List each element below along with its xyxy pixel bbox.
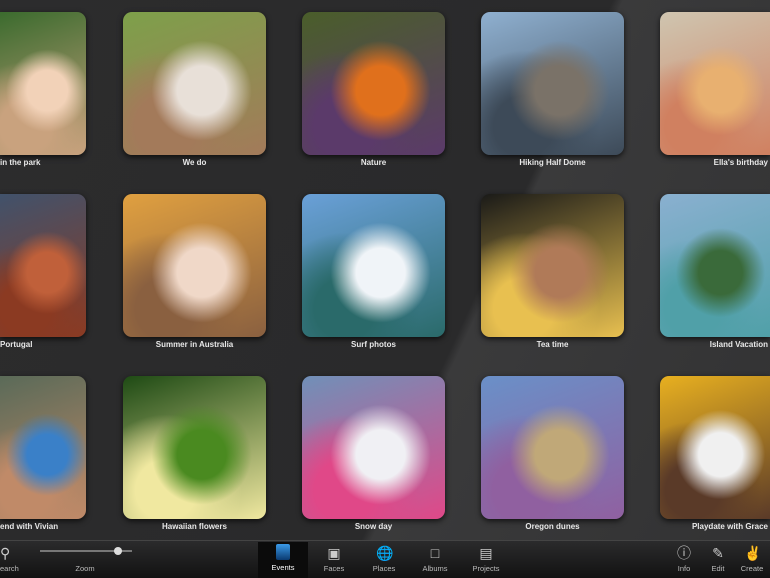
events-grid: in the park We do Nature Hiking Half Dome El… (0, 0, 770, 540)
event-title[interactable]: Portugal (0, 340, 86, 349)
event-title[interactable]: in the park (0, 158, 86, 167)
event-title[interactable]: Playdate with Grace (660, 522, 768, 531)
event-title[interactable]: Surf photos (302, 340, 445, 349)
pencil-icon: ✎ (712, 545, 724, 561)
tab-events[interactable]: Events (258, 542, 308, 578)
events-icon (276, 544, 290, 560)
bottom-toolbar: ⚲ earch Zoom Events ▣ Faces 🌐 Places □ Album… (0, 540, 770, 578)
info-icon: ⓘ (677, 545, 691, 561)
tab-projects[interactable]: ▤ Projects (461, 543, 511, 573)
event-thumbnail[interactable] (0, 194, 86, 337)
event-title[interactable]: Nature (302, 158, 445, 167)
event-thumbnail[interactable] (660, 194, 770, 337)
zoom-label: Zoom (75, 564, 95, 573)
event-title[interactable]: Tea time (481, 340, 624, 349)
event-title[interactable]: Summer in Australia (123, 340, 266, 349)
create-button[interactable]: ✌ Create (736, 543, 768, 573)
create-icon: ✌ (744, 545, 762, 561)
search-button[interactable]: ⚲ earch (0, 543, 24, 573)
tab-albums[interactable]: □ Albums (410, 543, 460, 573)
event-title[interactable]: We do (123, 158, 266, 167)
event-thumbnail[interactable] (481, 194, 624, 337)
book-icon: ▤ (479, 545, 493, 561)
event-thumbnail[interactable] (0, 376, 86, 519)
event-title[interactable]: end with Vivian (0, 522, 86, 531)
event-title[interactable]: Ella's birthday (660, 158, 768, 167)
event-thumbnail[interactable] (123, 376, 266, 519)
faces-icon: ▣ (327, 545, 341, 561)
event-thumbnail[interactable] (660, 12, 770, 155)
event-title[interactable]: Snow day (302, 522, 445, 531)
search-icon: ⚲ (0, 545, 11, 561)
event-thumbnail[interactable] (0, 12, 86, 155)
edit-button[interactable]: ✎ Edit (703, 543, 733, 573)
info-button[interactable]: ⓘ Info (669, 543, 699, 573)
event-thumbnail[interactable] (481, 376, 624, 519)
event-thumbnail[interactable] (302, 376, 445, 519)
event-thumbnail[interactable] (123, 194, 266, 337)
album-icon: □ (430, 545, 440, 561)
event-thumbnail[interactable] (123, 12, 266, 155)
event-thumbnail[interactable] (302, 12, 445, 155)
event-thumbnail[interactable] (481, 12, 624, 155)
event-thumbnail[interactable] (660, 376, 770, 519)
event-title[interactable]: Hawaiian flowers (123, 522, 266, 531)
event-title[interactable]: Oregon dunes (481, 522, 624, 531)
tab-places[interactable]: 🌐 Places (359, 543, 409, 573)
event-thumbnail[interactable] (302, 194, 445, 337)
tab-faces[interactable]: ▣ Faces (309, 543, 359, 573)
event-title[interactable]: Island Vacation (660, 340, 768, 349)
globe-icon: 🌐 (376, 545, 394, 561)
event-title[interactable]: Hiking Half Dome (481, 158, 624, 167)
